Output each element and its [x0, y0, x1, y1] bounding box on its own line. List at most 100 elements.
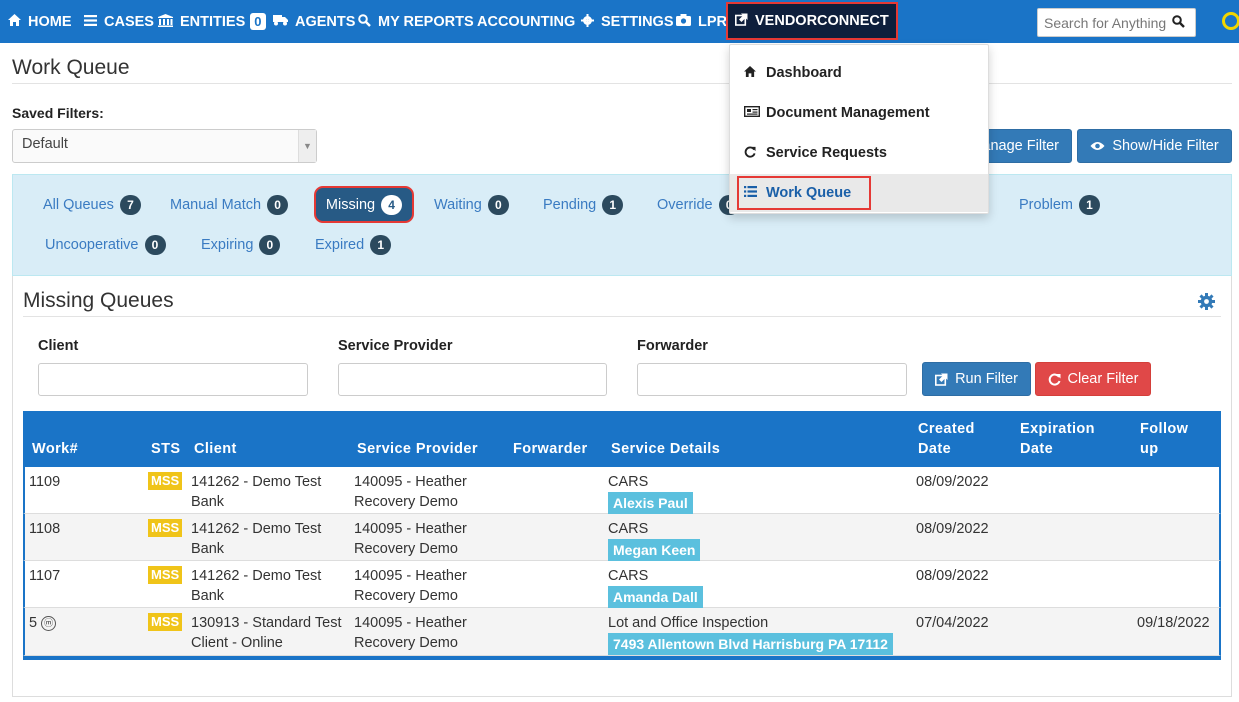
tab-expired[interactable]: Expired 1 — [315, 234, 392, 256]
newspaper-icon — [743, 105, 762, 120]
table-row[interactable]: 1109 MSS 141262 - Demo Test Bank 140095 … — [23, 467, 1221, 514]
col-work[interactable]: Work# — [32, 439, 78, 459]
nav-agents[interactable]: AGENTS — [273, 0, 355, 43]
tab-count: 7 — [119, 195, 141, 215]
tab-count: 1 — [370, 235, 392, 255]
nav-accounting-label: ACCOUNTING — [477, 13, 576, 30]
client-cell: 141262 - Demo Test Bank — [191, 519, 321, 559]
table-row[interactable]: 1108 MSS 141262 - Demo Test Bank 140095 … — [23, 514, 1221, 561]
col-expiration[interactable]: Expiration Date — [1020, 419, 1095, 459]
saved-filters-label: Saved Filters: — [12, 105, 104, 121]
nav-vendorconnect[interactable]: VENDORCONNECT — [726, 2, 898, 40]
show-hide-filter-button[interactable]: Show/Hide Filter — [1077, 129, 1232, 163]
details-cell: CARS Megan Keen — [608, 519, 701, 561]
table-header: Work# STS Client Service Provider Forwar… — [23, 411, 1221, 467]
work-number[interactable]: 1108 — [29, 519, 60, 539]
eye-icon — [1090, 141, 1105, 151]
tab-label: Expiring — [201, 237, 254, 253]
work-number[interactable]: 1109 — [29, 472, 60, 492]
tab-label: Missing — [325, 196, 376, 213]
tab-label: Expired — [315, 237, 365, 253]
client-cell: 130913 - Standard Test Client - Online — [191, 613, 341, 653]
theme-toggle-icon[interactable] — [1222, 12, 1239, 30]
tab-expiring[interactable]: Expiring 0 — [201, 234, 281, 256]
dropdown-item-dashboard[interactable]: Dashboard — [730, 54, 988, 92]
nav-home[interactable]: HOME — [8, 0, 72, 43]
search-icon — [358, 13, 371, 30]
nav-accounting[interactable]: ACCOUNTING — [477, 0, 575, 43]
table-row[interactable]: 5 ⓜ MSS 130913 - Standard Test Client - O… — [23, 608, 1221, 656]
col-provider[interactable]: Service Provider — [357, 439, 478, 459]
nav-cases[interactable]: CASES — [84, 0, 154, 43]
client-line1: 141262 - Demo Test — [191, 521, 322, 537]
details-cell: CARS Alexis Paul — [608, 472, 693, 514]
provider-line2: Recovery Demo — [354, 588, 458, 604]
tab-override[interactable]: Override 0 — [657, 194, 740, 216]
col-sts[interactable]: STS — [151, 439, 180, 459]
tab-waiting[interactable]: Waiting 0 — [434, 194, 509, 216]
top-nav: HOME CASES ENTITIES 0 AGENTS MY REPORTS … — [0, 0, 1239, 43]
tab-label: Manual Match — [170, 197, 262, 213]
tab-problem[interactable]: Problem 1 — [1019, 194, 1100, 216]
provider-cell: 140095 - Heather Recovery Demo — [354, 613, 467, 653]
nav-reports[interactable]: MY REPORTS — [358, 0, 474, 43]
tab-all-queues[interactable]: All Queues 7 — [43, 194, 141, 216]
dropdown-item-document-management[interactable]: Document Management — [730, 94, 988, 132]
col-expiration-line2: Date — [1020, 441, 1054, 457]
provider-filter-input[interactable] — [338, 363, 607, 396]
tab-label: Uncooperative — [45, 237, 139, 253]
work-number[interactable]: 1107 — [29, 566, 60, 586]
nav-home-label: HOME — [28, 13, 72, 30]
home-icon — [8, 14, 21, 29]
nav-lpr[interactable]: LPR — [676, 0, 727, 43]
nav-settings[interactable]: SETTINGS — [581, 0, 674, 43]
forwarder-filter-input[interactable] — [637, 363, 907, 396]
details-chip[interactable]: 7493 Allentown Blvd Harrisburg PA 17112 — [608, 633, 893, 655]
client-filter-input[interactable] — [38, 363, 308, 396]
details-chip[interactable]: Alexis Paul — [608, 492, 693, 514]
nav-cases-label: CASES — [104, 13, 154, 30]
col-followup[interactable]: Follow up — [1140, 419, 1188, 459]
nav-lpr-label: LPR — [698, 13, 727, 30]
created-date: 08/09/2022 — [916, 568, 989, 584]
home-icon — [744, 66, 762, 80]
tab-label: Pending — [543, 197, 597, 213]
details-chip[interactable]: Megan Keen — [608, 539, 701, 561]
nav-entities[interactable]: ENTITIES 0 — [158, 0, 266, 43]
status-badge: MSS — [148, 519, 183, 537]
dropdown-item-service-requests[interactable]: Service Requests — [730, 134, 988, 172]
col-details[interactable]: Service Details — [611, 439, 720, 459]
tab-pending[interactable]: Pending 1 — [543, 194, 624, 216]
dropdown-label: Service Requests — [766, 145, 887, 161]
col-client[interactable]: Client — [194, 439, 237, 459]
status-badge: MSS — [148, 613, 183, 631]
nav-vendorconnect-label: VENDORCONNECT — [755, 13, 889, 29]
created-date: 08/09/2022 — [916, 521, 989, 537]
tab-missing[interactable]: Missing 4 — [314, 186, 414, 223]
run-filter-button[interactable]: Run Filter — [922, 362, 1031, 396]
table-row[interactable]: 1107 MSS 141262 - Demo Test Bank 140095 … — [23, 561, 1221, 608]
status-badge: MSS — [148, 566, 183, 584]
chevron-down-icon: ▼ — [298, 130, 316, 162]
clear-filter-button[interactable]: Clear Filter — [1035, 362, 1151, 396]
col-forwarder[interactable]: Forwarder — [513, 439, 588, 459]
dropdown-label: Document Management — [766, 105, 930, 121]
details-chip[interactable]: Amanda Dall — [608, 586, 703, 608]
tab-uncooperative[interactable]: Uncooperative 0 — [45, 234, 166, 256]
nav-entities-label: ENTITIES — [180, 13, 246, 30]
work-number-cell[interactable]: 5 ⓜ — [29, 613, 57, 633]
tab-label: All Queues — [43, 197, 114, 213]
col-created[interactable]: Created Date — [918, 419, 975, 459]
search-icon[interactable] — [1172, 14, 1185, 31]
saved-filter-value: Default — [22, 136, 68, 152]
search-input[interactable] — [1044, 14, 1172, 31]
tab-manual-match[interactable]: Manual Match 0 — [170, 194, 289, 216]
external-link-icon — [735, 13, 748, 29]
gear-icon[interactable] — [1198, 293, 1215, 310]
provider-cell: 140095 - Heather Recovery Demo — [354, 519, 467, 559]
work-number: 5 — [29, 615, 38, 631]
client-line2: Bank — [191, 494, 225, 510]
tab-count: 0 — [144, 235, 166, 255]
page-title: Work Queue — [12, 56, 130, 79]
saved-filters-select[interactable]: Default ▼ — [12, 129, 317, 163]
